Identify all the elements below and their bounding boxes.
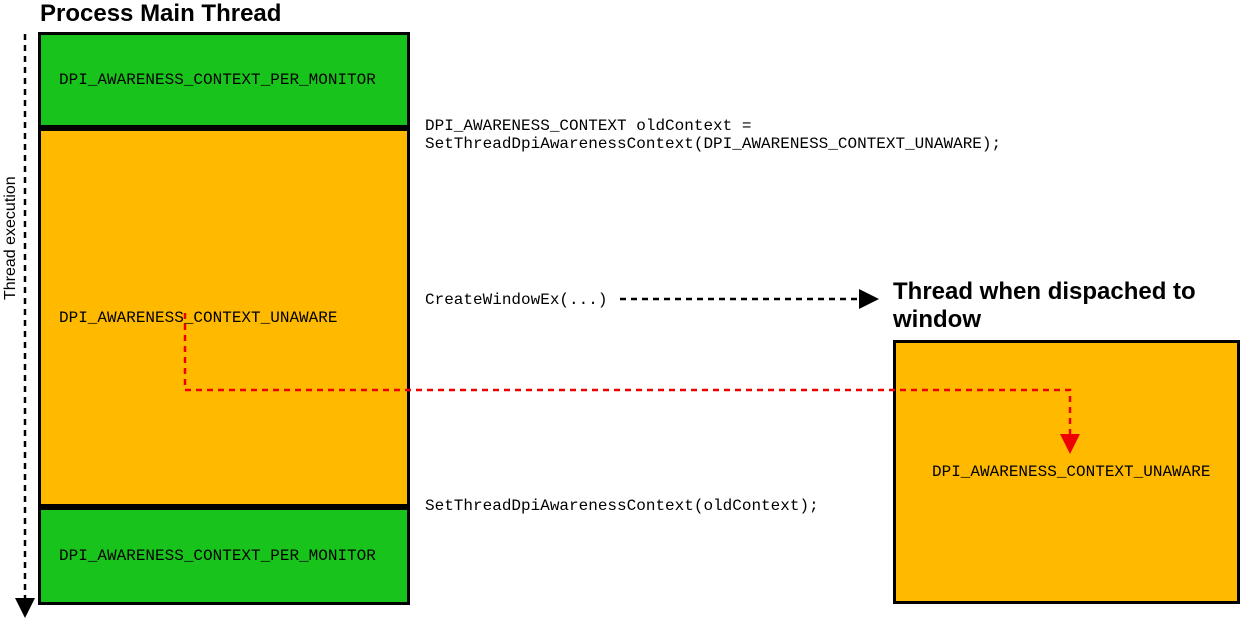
block-label: DPI_AWARENESS_CONTEXT_PER_MONITOR — [59, 547, 376, 565]
right-title: Thread when dispached to window — [893, 278, 1233, 333]
left-title: Process Main Thread — [40, 0, 281, 28]
block-label: DPI_AWARENESS_CONTEXT_UNAWARE — [59, 309, 337, 327]
annotation-set-context-2: SetThreadDpiAwarenessContext(oldContext)… — [425, 497, 819, 515]
thread-execution-label: Thread execution — [2, 176, 20, 300]
block-unaware-middle: DPI_AWARENESS_CONTEXT_UNAWARE — [38, 128, 410, 507]
block-label: DPI_AWARENESS_CONTEXT_UNAWARE — [932, 463, 1210, 481]
block-label: DPI_AWARENESS_CONTEXT_PER_MONITOR — [59, 71, 376, 89]
annotation-set-context-1: DPI_AWARENESS_CONTEXT oldContext = SetTh… — [425, 117, 1001, 153]
block-per-monitor-bottom: DPI_AWARENESS_CONTEXT_PER_MONITOR — [38, 507, 410, 605]
annotation-create-window: CreateWindowEx(...) — [425, 291, 607, 309]
block-unaware-right: DPI_AWARENESS_CONTEXT_UNAWARE — [893, 340, 1240, 604]
block-per-monitor-top: DPI_AWARENESS_CONTEXT_PER_MONITOR — [38, 32, 410, 128]
